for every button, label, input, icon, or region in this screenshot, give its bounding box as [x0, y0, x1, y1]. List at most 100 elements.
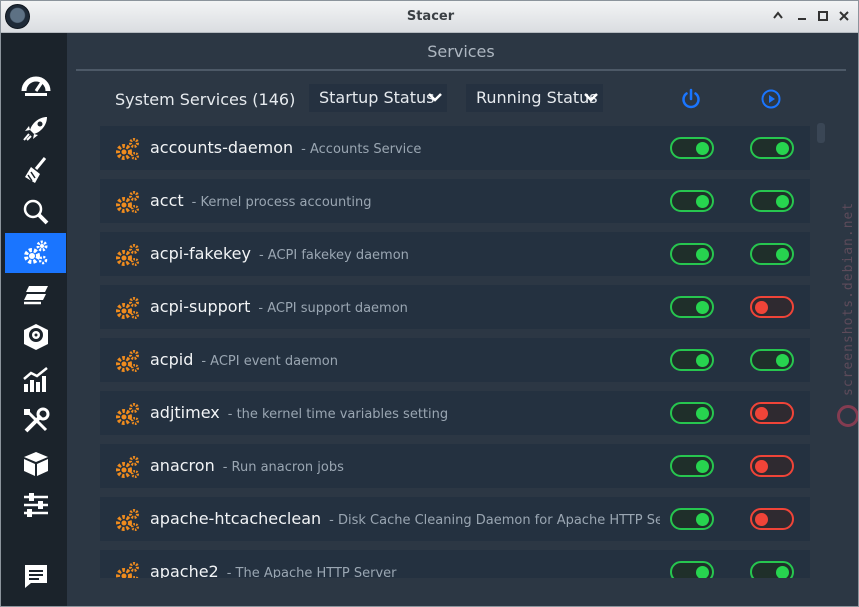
sidebar-item-processes[interactable] [5, 275, 66, 315]
chevron-down-icon [428, 93, 442, 102]
search-icon [23, 199, 48, 225]
sidebar-item-helpers[interactable] [5, 401, 66, 441]
page-title: Services [427, 42, 495, 61]
startup-status-dropdown[interactable]: Startup Status [309, 84, 447, 112]
service-text: adjtimex - the kernel time variables sett… [100, 391, 660, 435]
startup-toggle[interactable] [670, 402, 714, 424]
resources-chart-icon [22, 367, 48, 392]
service-name: apache-htcacheclean [150, 509, 322, 528]
service-description: - The Apache HTTP Server [226, 566, 397, 578]
startup-toggle[interactable] [670, 455, 714, 477]
service-text: acpid - ACPI event daemon [100, 338, 660, 382]
speedometer-icon [21, 76, 50, 96]
startup-toggle[interactable] [670, 349, 714, 371]
chevron-down-icon [584, 93, 598, 102]
scrollbar[interactable] [816, 123, 826, 593]
table-row: acpid - ACPI event daemon [100, 338, 810, 382]
running-toggle[interactable] [750, 508, 794, 530]
running-toggle[interactable] [750, 190, 794, 212]
table-row: acpi-fakekey - ACPI fakekey daemon [100, 232, 810, 276]
sidebar-item-system-cleaner[interactable] [5, 150, 66, 190]
startup-status-value: Startup Status [319, 88, 435, 107]
table-row: acct - Kernel process accounting [100, 179, 810, 223]
settings-sliders-icon [23, 493, 48, 517]
minimize-icon[interactable] [795, 9, 809, 23]
sidebar [1, 33, 67, 606]
service-text: acpi-fakekey - ACPI fakekey daemon [100, 232, 660, 276]
startup-toggle[interactable] [670, 296, 714, 318]
service-description: - ACPI support daemon [258, 301, 408, 316]
running-status-dropdown[interactable]: Running Status [466, 84, 603, 112]
services-list[interactable]: accounts-daemon - Accounts Service acct - K… [100, 126, 810, 578]
service-text: apache-htcacheclean - Disk Cache Cleaning… [100, 497, 660, 541]
rocket-icon [22, 117, 47, 141]
tools-icon [23, 407, 49, 433]
table-row: acpi-support - ACPI support daemon [100, 285, 810, 329]
running-toggle[interactable] [750, 349, 794, 371]
scrollbar-thumb[interactable] [817, 123, 825, 143]
running-toggle[interactable] [750, 137, 794, 159]
sidebar-item-feedback[interactable] [5, 556, 66, 596]
running-toggle[interactable] [750, 243, 794, 265]
sidebar-item-apt-source-manager[interactable] [5, 443, 66, 483]
service-name: acct [150, 191, 184, 210]
service-description: - Disk Cache Cleaning Daemon for Apache … [329, 513, 660, 528]
uninstaller-icon [23, 324, 48, 350]
service-description: - the kernel time variables setting [227, 407, 449, 422]
gears-icon [23, 240, 47, 265]
service-text: acct - Kernel process accounting [100, 179, 660, 223]
package-icon [23, 452, 48, 476]
watermark-text: screenshots.debian.net [841, 201, 856, 396]
running-toggle[interactable] [750, 455, 794, 477]
window-title: Stacer [406, 9, 455, 24]
services-count-label: System Services (146) [115, 90, 296, 109]
service-text: accounts-daemon - Accounts Service [100, 126, 660, 170]
sidebar-item-services[interactable] [5, 233, 66, 273]
service-description: - Run anacron jobs [222, 460, 344, 475]
table-row: adjtimex - the kernel time variables sett… [100, 391, 810, 435]
keep-above-icon[interactable] [771, 9, 785, 23]
service-description: - ACPI fakekey daemon [258, 248, 409, 263]
service-name: acpi-support [150, 297, 251, 316]
table-row: anacron - Run anacron jobs [100, 444, 810, 488]
service-name: adjtimex [150, 403, 220, 422]
watermark-logo [837, 405, 858, 427]
broom-icon [24, 157, 46, 183]
running-toggle[interactable] [750, 296, 794, 318]
startup-toggle[interactable] [670, 561, 714, 578]
startup-toggle[interactable] [670, 137, 714, 159]
sidebar-item-settings[interactable] [5, 485, 66, 525]
power-icon[interactable] [680, 88, 702, 110]
close-icon[interactable] [837, 9, 851, 23]
play-circle-icon[interactable] [760, 88, 782, 110]
sidebar-item-startup-apps[interactable] [5, 108, 66, 148]
sidebar-item-dashboard[interactable] [5, 66, 66, 106]
feedback-icon [24, 565, 47, 588]
table-row: apache2 - The Apache HTTP Server [100, 550, 810, 578]
service-name: anacron [150, 456, 215, 475]
service-name: accounts-daemon [150, 138, 294, 157]
service-name: apache2 [150, 562, 219, 578]
title-bar[interactable]: Stacer [1, 1, 858, 33]
title-divider [76, 69, 846, 71]
table-row: apache-htcacheclean - Disk Cache Cleaning… [100, 497, 810, 541]
sidebar-item-search[interactable] [5, 192, 66, 232]
service-description: - Accounts Service [301, 142, 422, 157]
startup-toggle[interactable] [670, 243, 714, 265]
sidebar-item-resources[interactable] [5, 359, 66, 399]
processes-icon [23, 286, 48, 305]
service-name: acpid [150, 350, 194, 369]
service-text: apache2 - The Apache HTTP Server [100, 550, 660, 578]
sidebar-item-uninstaller[interactable] [5, 317, 66, 357]
running-toggle[interactable] [750, 402, 794, 424]
running-status-value: Running Status [476, 88, 598, 107]
service-description: - Kernel process accounting [191, 195, 372, 210]
startup-toggle[interactable] [670, 508, 714, 530]
startup-toggle[interactable] [670, 190, 714, 212]
maximize-icon[interactable] [816, 9, 830, 23]
service-text: acpi-support - ACPI support daemon [100, 285, 660, 329]
stacer-window: Stacer Services System Services (146) St… [0, 0, 859, 607]
running-toggle[interactable] [750, 561, 794, 578]
services-page: Services System Services (146) Startup S… [76, 33, 858, 606]
service-name: acpi-fakekey [150, 244, 251, 263]
